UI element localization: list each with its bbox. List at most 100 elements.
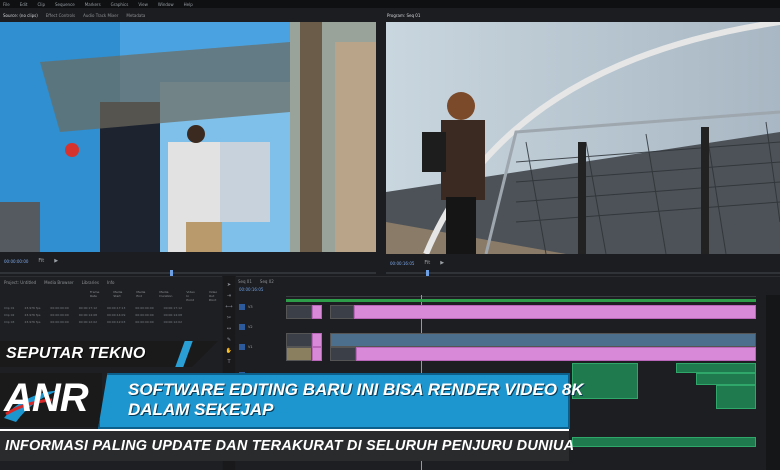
tab-libraries[interactable]: Libraries	[82, 280, 99, 285]
menu-sequence[interactable]: Sequence	[55, 2, 75, 7]
row-end: 00:00:12:02	[78, 319, 98, 324]
row-end: 00:00:17:12	[78, 305, 98, 310]
video-clip[interactable]	[330, 305, 354, 319]
video-clip[interactable]	[330, 333, 756, 347]
category-tag: SEPUTAR TEKNO	[0, 341, 218, 367]
video-clip[interactable]	[354, 305, 756, 319]
row-in: 00:00:00:00	[135, 319, 154, 324]
row-duration: 00:00:14:09	[107, 312, 126, 317]
row-out: 00:00:12:02	[163, 319, 182, 324]
tab-media-browser[interactable]: Media Browser	[44, 280, 74, 285]
row-out: 00:00:17:12	[163, 305, 182, 310]
track-label: V2	[248, 325, 253, 329]
col-media-start[interactable]: Media Start	[113, 290, 122, 302]
source-scrubber[interactable]	[0, 270, 376, 276]
row-name: Clip 03	[4, 319, 15, 324]
menu-markers[interactable]: Markers	[85, 2, 101, 7]
video-clip[interactable]	[356, 347, 756, 361]
video-clip[interactable]	[286, 347, 312, 361]
menu-bar: File Edit Clip Sequence Markers Graphics…	[0, 0, 780, 8]
track-label: V3	[248, 305, 253, 309]
menu-file[interactable]: File	[3, 2, 10, 7]
tag-accent-stripe	[175, 341, 193, 367]
tab-seq-01[interactable]: Seq 01	[238, 279, 252, 284]
table-row[interactable]: Clip 02 23.976 fps 00:00:00:00 00:00:14:…	[0, 311, 222, 318]
pen-icon[interactable]: ✎	[227, 337, 231, 343]
type-icon[interactable]: T	[227, 359, 230, 365]
menu-view[interactable]: View	[138, 2, 148, 7]
tab-program[interactable]: Program: Seq 01	[387, 13, 420, 18]
tab-metadata[interactable]: Metadata	[126, 13, 145, 18]
tab-project[interactable]: Project: Untitled	[4, 280, 36, 285]
track-header-v1[interactable]: V1	[236, 341, 284, 353]
menu-edit[interactable]: Edit	[20, 2, 28, 7]
editor-screenshot: File Edit Clip Sequence Markers Graphics…	[0, 0, 780, 470]
track-target-icon[interactable]	[239, 304, 245, 310]
col-video-out[interactable]: Video Out Point	[209, 290, 217, 302]
track-header-v2[interactable]: V2	[236, 321, 284, 333]
headline-line-2: DALAM SEKEJAP	[128, 400, 274, 419]
audio-clip[interactable]	[716, 385, 756, 409]
track-target-icon[interactable]	[239, 324, 245, 330]
project-column-headers: Frame Rate Media Start Media End Media D…	[0, 288, 222, 304]
track-select-icon[interactable]: ⇥	[227, 293, 231, 299]
row-rate: 23.976 fps	[24, 319, 41, 324]
col-media-end[interactable]: Media End	[136, 290, 145, 302]
col-media-duration[interactable]: Media Duration	[159, 290, 172, 302]
program-monitor-view[interactable]	[386, 22, 780, 254]
track-target-icon[interactable]	[239, 344, 245, 350]
program-transport-bar: 00:00:16:05 Fit ▶	[386, 254, 780, 272]
audio-clip[interactable]	[696, 373, 756, 385]
ticker-text: INFORMASI PALING UPDATE DAN TERAKURAT DI…	[5, 438, 575, 454]
tab-source[interactable]: Source: (no clips)	[3, 13, 38, 18]
program-scrubber[interactable]	[386, 270, 780, 276]
video-clip[interactable]	[312, 347, 322, 361]
slip-icon[interactable]: ↔	[227, 326, 231, 332]
play-icon[interactable]: ▶	[54, 258, 58, 264]
source-monitor-view[interactable]	[0, 22, 376, 252]
tab-info[interactable]: Info	[107, 280, 115, 285]
row-in: 00:00:00:00	[135, 312, 154, 317]
source-fit-select[interactable]: Fit	[38, 258, 44, 264]
video-clip[interactable]	[312, 305, 322, 319]
ripple-edit-icon[interactable]: ⟷	[225, 304, 232, 310]
col-frame-rate[interactable]: Frame Rate	[90, 290, 99, 302]
menu-help[interactable]: Help	[184, 2, 193, 7]
track-label: V1	[248, 345, 253, 349]
timeline-tabs: Seq 01 Seq 02	[238, 279, 274, 284]
category-tag-text: SEPUTAR TEKNO	[6, 345, 146, 362]
tab-audio-mixer[interactable]: Audio Track Mixer	[83, 13, 118, 18]
source-timecode: 00:00:00:00	[4, 258, 29, 264]
razor-icon[interactable]: ✂	[227, 315, 231, 321]
program-play-icon[interactable]: ▶	[440, 260, 444, 266]
video-clip[interactable]	[286, 305, 312, 319]
ticker-bar: INFORMASI PALING UPDATE DAN TERAKURAT DI…	[0, 429, 574, 461]
row-name: Clip 01	[4, 305, 15, 310]
audio-clip[interactable]	[676, 363, 756, 373]
video-clip[interactable]	[330, 347, 356, 361]
video-clip[interactable]	[312, 333, 322, 347]
col-video-in[interactable]: Video In Point	[186, 290, 194, 302]
menu-clip[interactable]: Clip	[37, 2, 45, 7]
video-clip[interactable]	[286, 333, 312, 347]
timeline-vertical-scrollbar[interactable]	[766, 295, 780, 470]
tab-effect-controls[interactable]: Effect Controls	[46, 13, 75, 18]
program-fit-select[interactable]: Fit	[424, 260, 430, 266]
work-area-bar[interactable]	[286, 299, 756, 302]
tab-seq-02[interactable]: Seq 02	[260, 279, 274, 284]
table-row[interactable]: Clip 03 23.976 fps 00:00:00:00 00:00:12:…	[0, 318, 222, 325]
row-start: 00:00:00:00	[50, 312, 69, 317]
program-video-frame	[386, 22, 780, 254]
track-header-v3[interactable]: V3	[236, 301, 284, 313]
selection-tool-icon[interactable]: ➤	[227, 282, 231, 288]
table-row[interactable]: Clip 01 23.976 fps 00:00:00:00 00:00:17:…	[0, 304, 222, 311]
row-name: Clip 02	[4, 312, 15, 317]
timeline-ruler[interactable]	[286, 289, 756, 297]
menu-window[interactable]: Window	[158, 2, 174, 7]
timeline-timecode[interactable]: 00:00:16:05	[239, 287, 263, 292]
hand-icon[interactable]: ✋	[226, 348, 232, 354]
audio-clip[interactable]	[572, 437, 756, 447]
source-panel-tabs: Source: (no clips) Effect Controls Audio…	[0, 11, 145, 19]
menu-graphics[interactable]: Graphics	[111, 2, 129, 7]
row-duration: 00:00:12:03	[107, 319, 126, 324]
